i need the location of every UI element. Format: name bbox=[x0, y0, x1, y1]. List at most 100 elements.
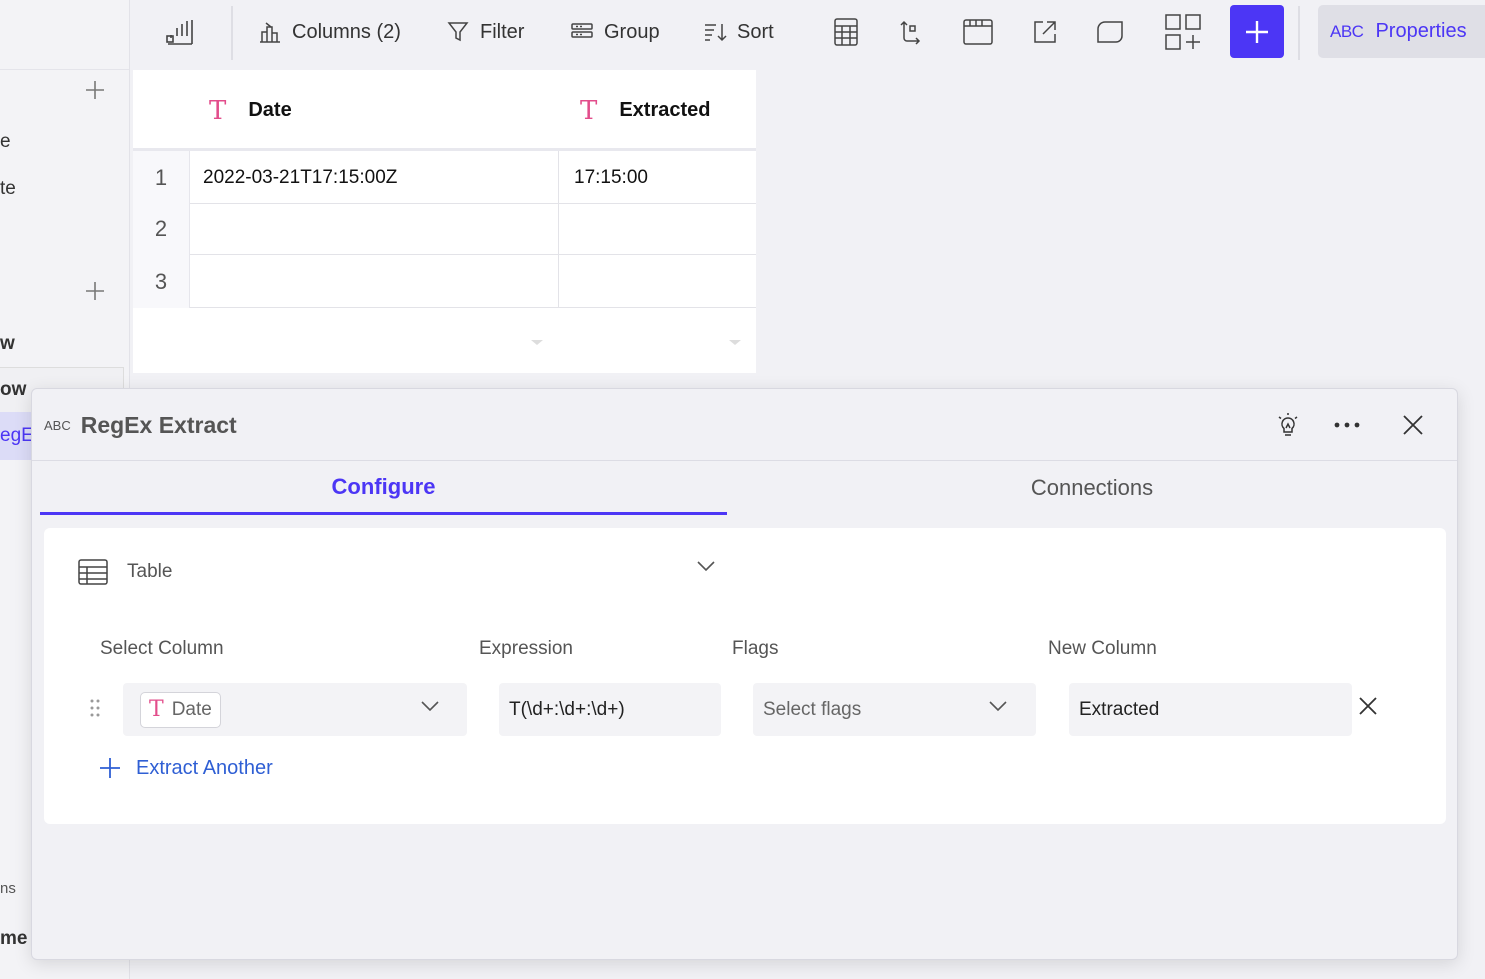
filter-label: Filter bbox=[480, 20, 525, 43]
widgets-icon bbox=[1165, 14, 1201, 50]
select-column-label: Select Column bbox=[100, 638, 224, 659]
lightbulb-icon bbox=[1278, 413, 1298, 436]
properties-button[interactable]: ABC Properties bbox=[1318, 5, 1485, 58]
filter-button[interactable]: Filter bbox=[446, 0, 524, 64]
text-type-icon: T bbox=[580, 95, 598, 126]
sort-button[interactable]: Sort bbox=[703, 0, 774, 64]
new-column-label: New Column bbox=[1048, 638, 1157, 659]
dialog-title-text: RegEx Extract bbox=[80, 411, 237, 438]
flags-select[interactable]: Select flags bbox=[753, 683, 1036, 736]
table-row[interactable]: 2 bbox=[133, 202, 756, 255]
shape-button[interactable] bbox=[1096, 0, 1124, 64]
regex-extract-dialog: ABC RegEx Extract Configure Connections … bbox=[31, 388, 1458, 960]
columns-button[interactable]: Columns (2) bbox=[258, 0, 401, 64]
column-header-label: Date bbox=[248, 99, 292, 121]
plus-icon bbox=[100, 758, 120, 778]
extract-another-label: Extract Another bbox=[136, 756, 273, 779]
remove-row-icon[interactable] bbox=[1358, 696, 1378, 716]
text-type-icon: T bbox=[209, 95, 227, 126]
tab-configure[interactable]: Configure bbox=[40, 461, 727, 515]
dialog-tabs: Configure Connections bbox=[40, 461, 1450, 515]
export-icon bbox=[1034, 21, 1056, 43]
abc-icon: ABC bbox=[44, 417, 71, 433]
row-number: 2 bbox=[133, 202, 190, 255]
toolbar-divider bbox=[1298, 6, 1300, 60]
add-source-icon[interactable] bbox=[84, 79, 106, 101]
sidebar-item[interactable]: ow bbox=[0, 379, 26, 401]
table-icon bbox=[834, 18, 858, 46]
flags-label: Flags bbox=[732, 638, 779, 659]
sidebar-item[interactable]: e bbox=[0, 131, 11, 153]
table-cell-date[interactable] bbox=[190, 255, 558, 308]
column-header-extracted[interactable]: T Extracted bbox=[580, 70, 711, 151]
table-cell-extracted[interactable]: 17:15:00 bbox=[561, 151, 756, 204]
sort-icon bbox=[705, 24, 727, 42]
table-row[interactable]: 3 bbox=[133, 255, 756, 308]
column-select[interactable]: T Date bbox=[123, 683, 467, 736]
chevron-down-icon bbox=[421, 701, 439, 712]
dialog-title: ABC RegEx Extract bbox=[44, 389, 237, 461]
toolbar: Columns (2) Filter Group Sort ABC Proper… bbox=[130, 0, 1485, 64]
window-icon bbox=[963, 19, 993, 45]
table-cell-extracted[interactable] bbox=[561, 255, 756, 308]
close-button[interactable] bbox=[1397, 409, 1429, 441]
new-column-input[interactable]: Extracted bbox=[1069, 683, 1352, 736]
column-menu-caret[interactable] bbox=[531, 340, 543, 345]
toolbar-divider bbox=[231, 6, 233, 60]
table-icon bbox=[78, 559, 108, 585]
shape-icon bbox=[1097, 21, 1123, 43]
add-step-icon[interactable] bbox=[84, 280, 106, 302]
plus-icon bbox=[1246, 20, 1268, 43]
sidebar-item: ns bbox=[0, 880, 16, 897]
dialog-header: ABC RegEx Extract bbox=[32, 389, 1457, 461]
flags-placeholder: Select flags bbox=[763, 698, 862, 720]
column-chip-label: Date bbox=[171, 698, 212, 720]
source-select[interactable]: Table bbox=[77, 552, 727, 592]
sidebar-item: me bbox=[0, 928, 28, 949]
table-view-button[interactable] bbox=[832, 0, 860, 64]
sidebar-header bbox=[0, 0, 129, 70]
row-number: 3 bbox=[133, 255, 190, 308]
column-menu-caret[interactable] bbox=[729, 340, 741, 345]
table-cell-date[interactable] bbox=[190, 202, 558, 255]
chevron-down-icon bbox=[989, 701, 1007, 712]
chart-button[interactable] bbox=[164, 0, 196, 64]
table-cell-date[interactable]: 2022-03-21T17:15:00Z bbox=[190, 151, 558, 204]
sidebar-item[interactable]: te bbox=[0, 178, 16, 200]
add-widget-button[interactable] bbox=[1164, 0, 1202, 64]
more-horizontal-icon bbox=[1334, 422, 1360, 428]
column-chip: T Date bbox=[140, 691, 221, 728]
chart-icon bbox=[166, 20, 193, 45]
export-button[interactable] bbox=[1032, 0, 1058, 64]
configure-panel: Table Select Column Expression Flags New… bbox=[44, 528, 1446, 824]
hint-button[interactable] bbox=[1272, 409, 1304, 441]
expression-label: Expression bbox=[479, 638, 573, 659]
source-label: Table bbox=[127, 561, 173, 582]
drag-handle-icon[interactable] bbox=[90, 698, 100, 718]
abc-icon: ABC bbox=[1330, 21, 1364, 41]
chevron-down-icon[interactable] bbox=[696, 560, 716, 572]
pivot-button[interactable] bbox=[898, 0, 926, 64]
columns-label: Columns (2) bbox=[292, 20, 401, 43]
properties-label: Properties bbox=[1375, 20, 1467, 42]
extract-another-button[interactable]: Extract Another bbox=[98, 756, 273, 780]
window-button[interactable] bbox=[962, 0, 994, 64]
add-button[interactable] bbox=[1230, 5, 1284, 58]
pivot-icon bbox=[900, 20, 921, 45]
group-icon bbox=[571, 23, 593, 38]
close-icon bbox=[1403, 415, 1423, 435]
grid-header: T Date T Extracted bbox=[133, 70, 756, 151]
text-type-icon: T bbox=[149, 697, 164, 722]
sidebar-item[interactable]: w bbox=[0, 333, 15, 355]
column-header-label: Extracted bbox=[619, 99, 711, 121]
group-button[interactable]: Group bbox=[570, 0, 660, 64]
row-number: 1 bbox=[133, 151, 190, 204]
table-cell-extracted[interactable] bbox=[561, 202, 756, 255]
columns-icon bbox=[260, 22, 280, 43]
table-row[interactable]: 1 2022-03-21T17:15:00Z 17:15:00 bbox=[133, 151, 756, 204]
more-options-button[interactable] bbox=[1331, 409, 1363, 441]
filter-icon bbox=[447, 22, 469, 42]
tab-connections[interactable]: Connections bbox=[747, 461, 1437, 515]
expression-input[interactable]: T(\d+:\d+:\d+) bbox=[499, 683, 721, 736]
column-header-date[interactable]: T Date bbox=[209, 70, 292, 151]
